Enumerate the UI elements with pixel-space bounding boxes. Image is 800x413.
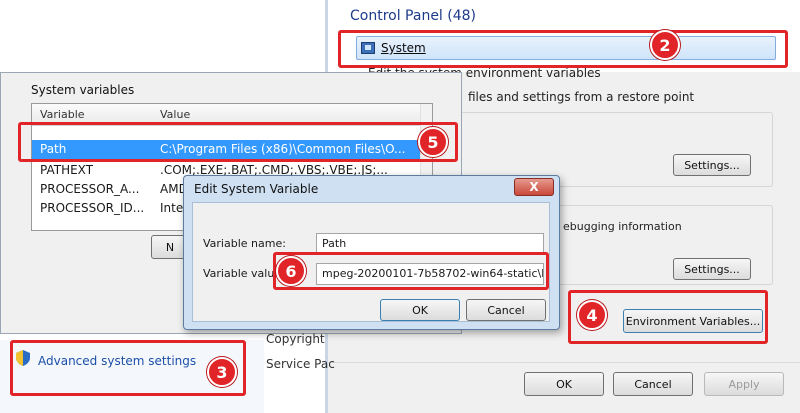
- column-variable[interactable]: Variable: [40, 108, 85, 121]
- variable-name-label: Variable name:: [203, 237, 286, 250]
- performance-settings-button[interactable]: Settings...: [673, 154, 751, 176]
- service-pack-text: Service Pac: [266, 357, 335, 371]
- step-3-badge: 3: [207, 357, 237, 387]
- variable-cell: PROCESSOR_ID...: [40, 201, 145, 215]
- annotation-box-value: [273, 252, 549, 290]
- annotation-box-system: [338, 30, 788, 68]
- cancel-button[interactable]: Cancel: [613, 372, 693, 396]
- restore-point-text: files and settings from a restore point: [468, 90, 695, 104]
- step-2-badge: 2: [650, 30, 680, 60]
- column-value[interactable]: Value: [160, 108, 190, 121]
- debugging-info-text: ebugging information: [563, 220, 682, 233]
- dialog-cancel-button[interactable]: Cancel: [466, 299, 546, 321]
- variable-cell: PATHEXT: [40, 163, 94, 177]
- control-panel-title: Control Panel (48): [350, 8, 477, 24]
- close-button[interactable]: X: [514, 178, 554, 196]
- copyright-text: Copyright: [266, 332, 325, 346]
- step-5-badge: 5: [418, 127, 448, 157]
- variable-cell: PROCESSOR_A...: [40, 182, 140, 196]
- ok-button[interactable]: OK: [524, 372, 604, 396]
- step-4-badge: 4: [577, 300, 607, 330]
- divider: [328, 362, 800, 363]
- step-6-badge: 6: [276, 256, 306, 286]
- dialog-ok-button[interactable]: OK: [380, 299, 460, 321]
- apply-button[interactable]: Apply: [704, 372, 784, 396]
- annotation-box-path: [18, 122, 458, 162]
- startup-settings-button[interactable]: Settings...: [673, 258, 751, 280]
- dialog-title: Edit System Variable: [194, 182, 319, 196]
- system-variables-title: System variables: [31, 83, 135, 97]
